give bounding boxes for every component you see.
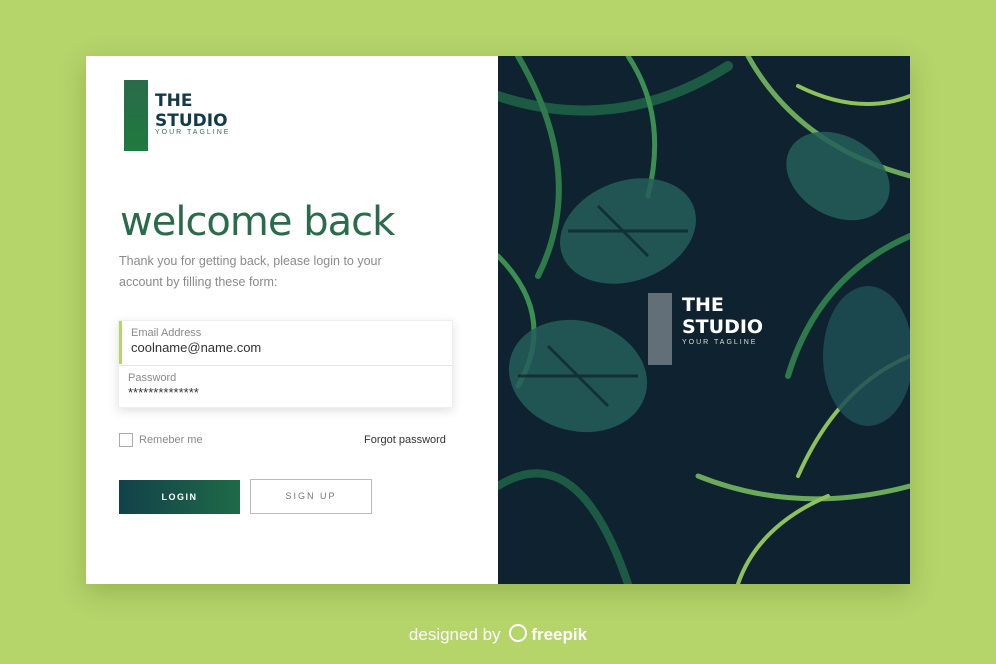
logo-tagline: YOUR TAGLINE [155,129,231,136]
password-label: Password [128,372,177,384]
logo-title-line1: THE [155,91,193,111]
logo-title: THE STUDIO [155,91,228,131]
remember-me[interactable]: Remeber me [119,433,203,447]
signup-button[interactable]: SIGN UP [250,479,372,514]
login-card: THE STUDIO YOUR TAGLINE welcome back Tha… [86,56,910,584]
password-value[interactable]: ************** [128,385,452,400]
password-field[interactable]: Password ************** [119,365,452,408]
logo-title-line2: STUDIO [155,111,228,131]
remember-label: Remeber me [139,434,203,446]
attribution-footer: designed by freepik [0,624,996,645]
overlay-logo-tagline: YOUR TAGLINE [682,339,758,346]
overlay-logo-title-line2: STUDIO [682,316,764,338]
login-form: Email Address coolname@name.com Password… [118,320,453,408]
email-label: Email Address [131,327,202,339]
email-field[interactable]: Email Address coolname@name.com [119,321,452,364]
login-button[interactable]: LOGIN [119,480,240,514]
page-subtitle: Thank you for getting back, please login… [119,254,382,289]
tropical-panel: THE STUDIO YOUR TAGLINE [498,56,910,584]
login-panel: THE STUDIO YOUR TAGLINE welcome back Tha… [86,56,498,584]
attribution-prefix: designed by [408,625,501,644]
forgot-password-link[interactable]: Forgot password [364,434,446,446]
email-value[interactable]: coolname@name.com [131,340,452,355]
freepik-logo-icon [509,624,528,642]
overlay-logo-title-line1: THE [682,294,724,316]
overlay-logo-mark [648,293,672,365]
attribution-brand: freepik [531,625,588,644]
remember-checkbox[interactable] [119,433,133,447]
page-title: welcome back [120,199,395,245]
logo-mark [124,80,148,151]
overlay-logo-title: THE STUDIO [682,294,763,338]
